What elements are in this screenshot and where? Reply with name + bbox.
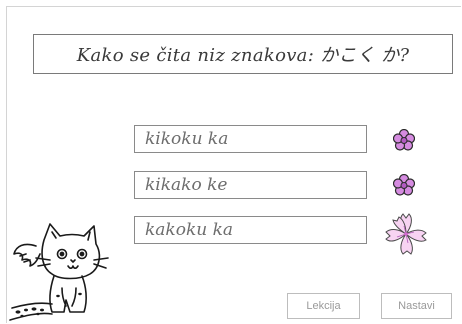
question-text: Kako se čita niz znakova: かこく か?: [76, 45, 410, 66]
answer-option-1[interactable]: kikoku ka: [134, 125, 367, 153]
flower-bud-icon: [393, 174, 415, 196]
cherry-blossom-icon: [385, 213, 427, 255]
lesson-button[interactable]: Lekcija: [287, 293, 360, 319]
answer-option-2[interactable]: kikako ke: [134, 171, 367, 199]
answer-option-2-label: kikako ke: [145, 175, 228, 195]
answer-option-3-label: kakoku ka: [145, 220, 234, 240]
next-button-label: Nastavi: [398, 300, 435, 312]
answer-option-3[interactable]: kakoku ka: [134, 216, 367, 244]
lesson-button-label: Lekcija: [306, 300, 341, 312]
next-button[interactable]: Nastavi: [381, 293, 452, 319]
flower-bud-icon: [393, 129, 415, 151]
answer-option-1-label: kikoku ka: [145, 129, 229, 149]
question-box: Kako se čita niz znakova: かこく か?: [33, 34, 453, 74]
cat-mascot-illustration: [9, 223, 109, 321]
